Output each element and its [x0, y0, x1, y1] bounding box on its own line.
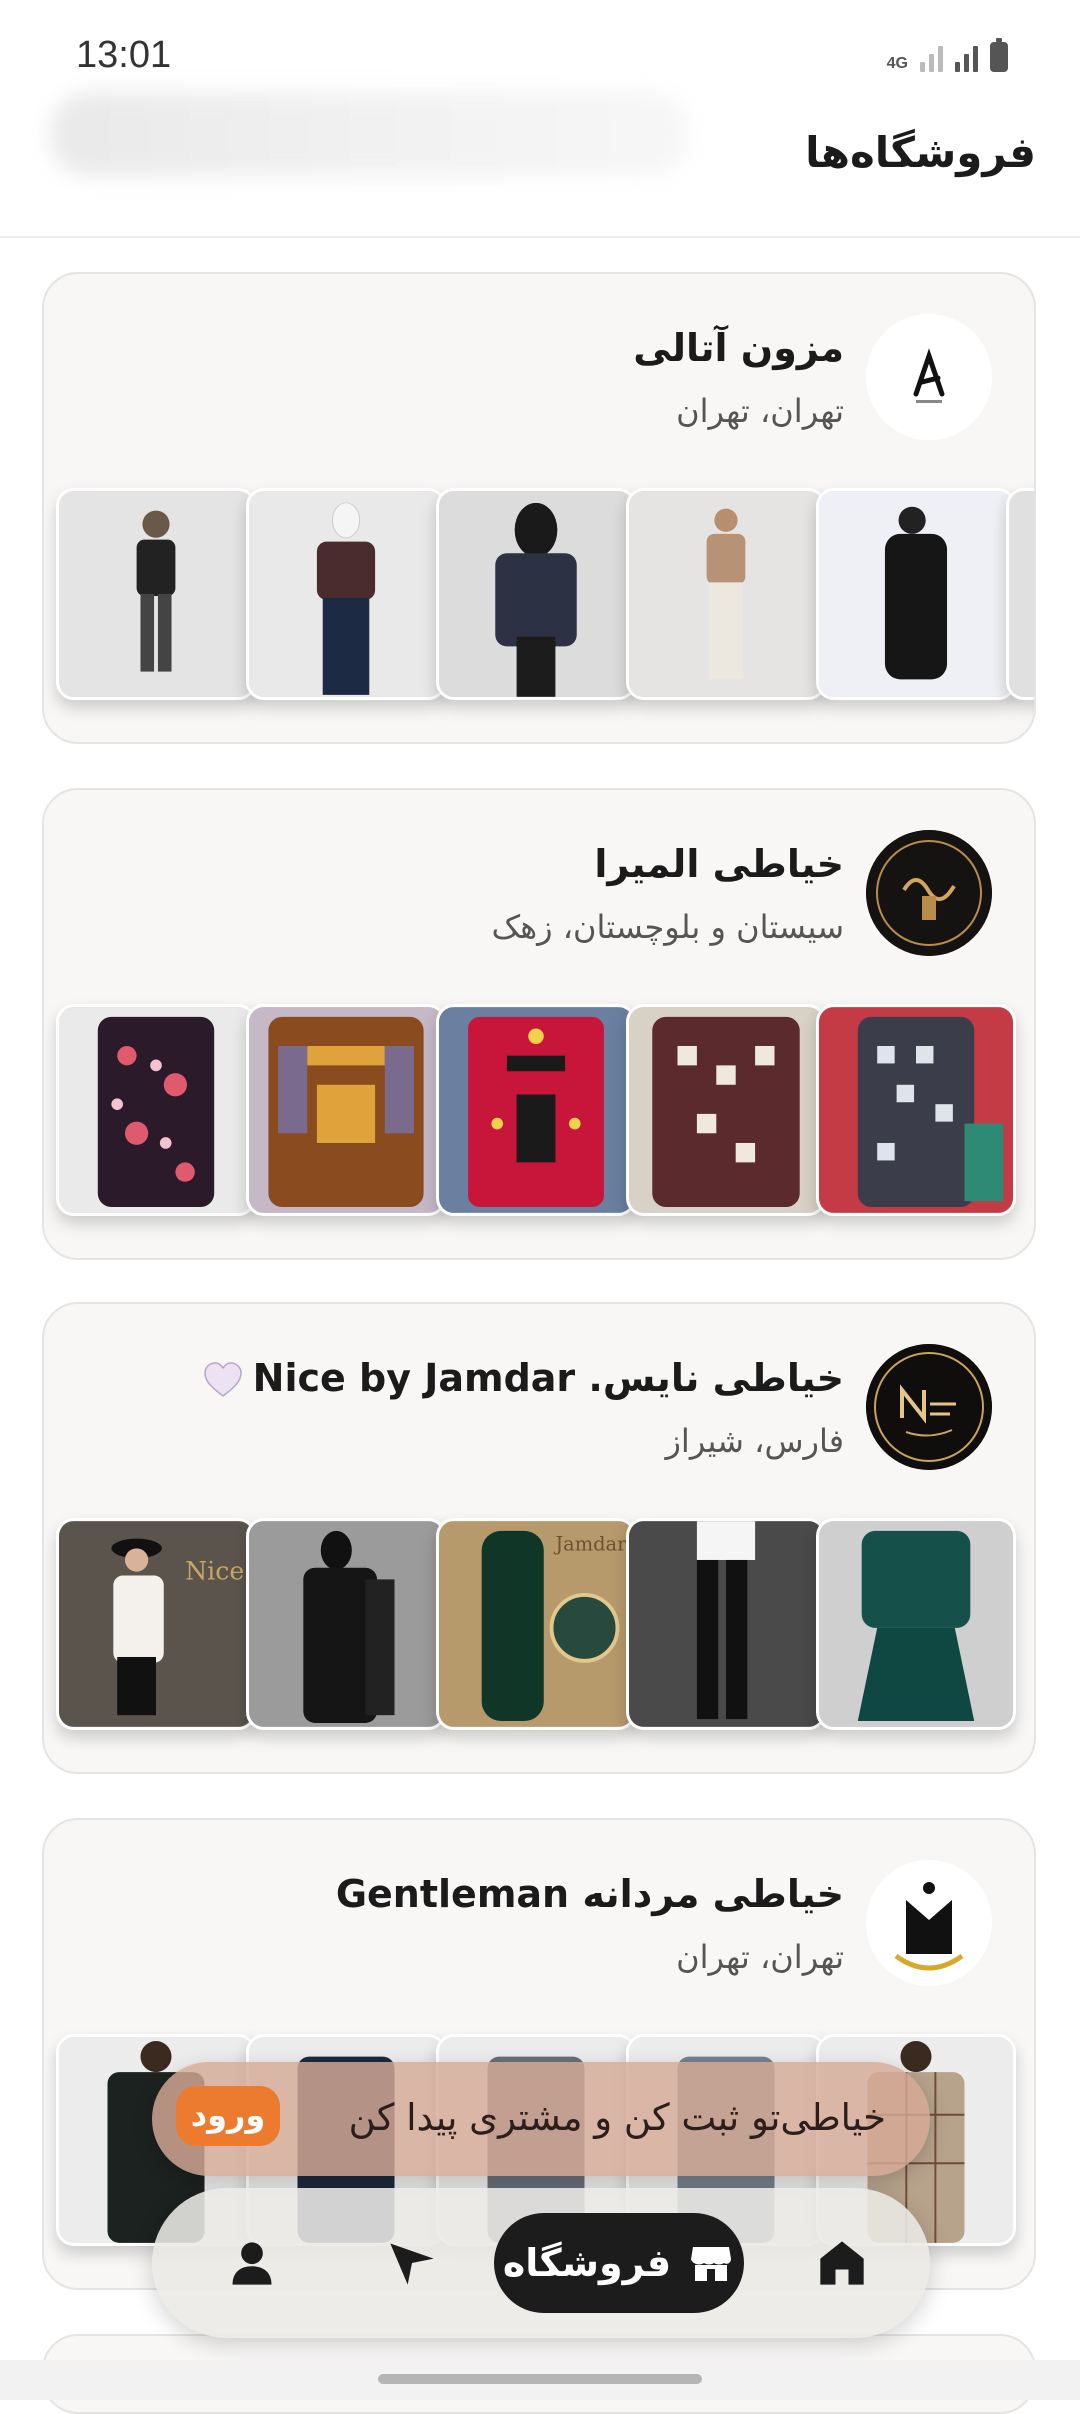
- product-photo[interactable]: [246, 1004, 446, 1216]
- profile-icon: [232, 2242, 272, 2285]
- store-location: فارس، شیراز: [665, 1422, 844, 1460]
- product-photo[interactable]: [816, 1004, 1016, 1216]
- product-photo[interactable]: [816, 1518, 1016, 1730]
- product-photo-strip[interactable]: [56, 1004, 1034, 1224]
- nice-logo: [866, 1344, 992, 1470]
- network-type: 4G: [886, 55, 908, 72]
- product-photo[interactable]: [246, 1518, 446, 1730]
- battery-icon: [990, 38, 1008, 72]
- store-card[interactable]: خیاطی نایس. Nice by Jamdar فارس، شیراز N…: [42, 1302, 1036, 1774]
- product-photo-strip[interactable]: [56, 488, 1034, 708]
- product-photo[interactable]: [56, 488, 256, 700]
- product-photo[interactable]: Nice: [56, 1518, 256, 1730]
- store-icon: [691, 2247, 732, 2281]
- store-name: خیاطی مردانه Gentleman: [335, 1872, 844, 1916]
- store-name: خیاطی نایس. Nice by Jamdar: [203, 1356, 844, 1401]
- status-icons: 4G: [886, 38, 1008, 72]
- svg-text:Jamdar: Jamdar: [553, 1532, 627, 1555]
- elmira-logo: [866, 830, 992, 956]
- send-icon: [390, 2243, 434, 2285]
- nav-store[interactable]: فروشگاه: [494, 2213, 744, 2313]
- store-location: تهران، تهران: [676, 392, 844, 430]
- promo-banner[interactable]: خیاطی‌تو ثبت کن و مشتری پیدا کن ورود: [152, 2062, 930, 2176]
- search-bar-placeholder[interactable]: [50, 92, 690, 176]
- svg-text:Nice: Nice: [185, 1556, 244, 1585]
- product-photo-strip[interactable]: Nice Jamdar: [56, 1518, 1034, 1738]
- heart-icon: [203, 1361, 243, 1401]
- signal-icon: [955, 40, 978, 72]
- store-name: مزون آتالی: [633, 326, 844, 370]
- product-photo[interactable]: [816, 488, 1016, 700]
- gentleman-logo: [866, 1860, 992, 1986]
- page-title: فروشگاه‌ها: [805, 128, 1036, 177]
- product-photo[interactable]: [436, 488, 636, 700]
- product-photo[interactable]: [56, 1004, 256, 1216]
- store-name: خیاطی المیرا: [594, 842, 844, 886]
- product-photo[interactable]: [436, 1004, 636, 1216]
- nav-store-label: فروشگاه: [502, 2241, 672, 2285]
- gesture-bar[interactable]: [378, 2374, 702, 2384]
- promo-text: خیاطی‌تو ثبت کن و مشتری پیدا کن: [348, 2096, 886, 2139]
- product-photo[interactable]: [626, 1004, 826, 1216]
- product-photo[interactable]: [1006, 488, 1034, 700]
- product-photo[interactable]: [626, 1518, 826, 1730]
- nav-home[interactable]: [782, 2188, 902, 2338]
- home-icon: [820, 2241, 864, 2285]
- bottom-nav: فروشگاه: [152, 2188, 930, 2338]
- header: فروشگاه‌ها: [0, 88, 1080, 238]
- product-photo[interactable]: [246, 488, 446, 700]
- store-name-text: خیاطی نایس. Nice by Jamdar: [252, 1356, 844, 1400]
- store-location: تهران، تهران: [676, 1938, 844, 1976]
- store-card[interactable]: مزون آتالی تهران، تهران: [42, 272, 1036, 744]
- store-card[interactable]: خیاطی المیرا سیستان و بلوچستان، زهک: [42, 788, 1036, 1260]
- nav-profile[interactable]: [192, 2188, 312, 2338]
- login-button[interactable]: ورود: [176, 2086, 280, 2146]
- atali-logo: [866, 314, 992, 440]
- nav-send[interactable]: [352, 2188, 472, 2338]
- store-location: سیستان و بلوچستان، زهک: [491, 908, 844, 946]
- product-photo[interactable]: [626, 488, 826, 700]
- signal-icon: [920, 40, 943, 72]
- product-photo[interactable]: Jamdar: [436, 1518, 636, 1730]
- status-time: 13:01: [76, 34, 172, 76]
